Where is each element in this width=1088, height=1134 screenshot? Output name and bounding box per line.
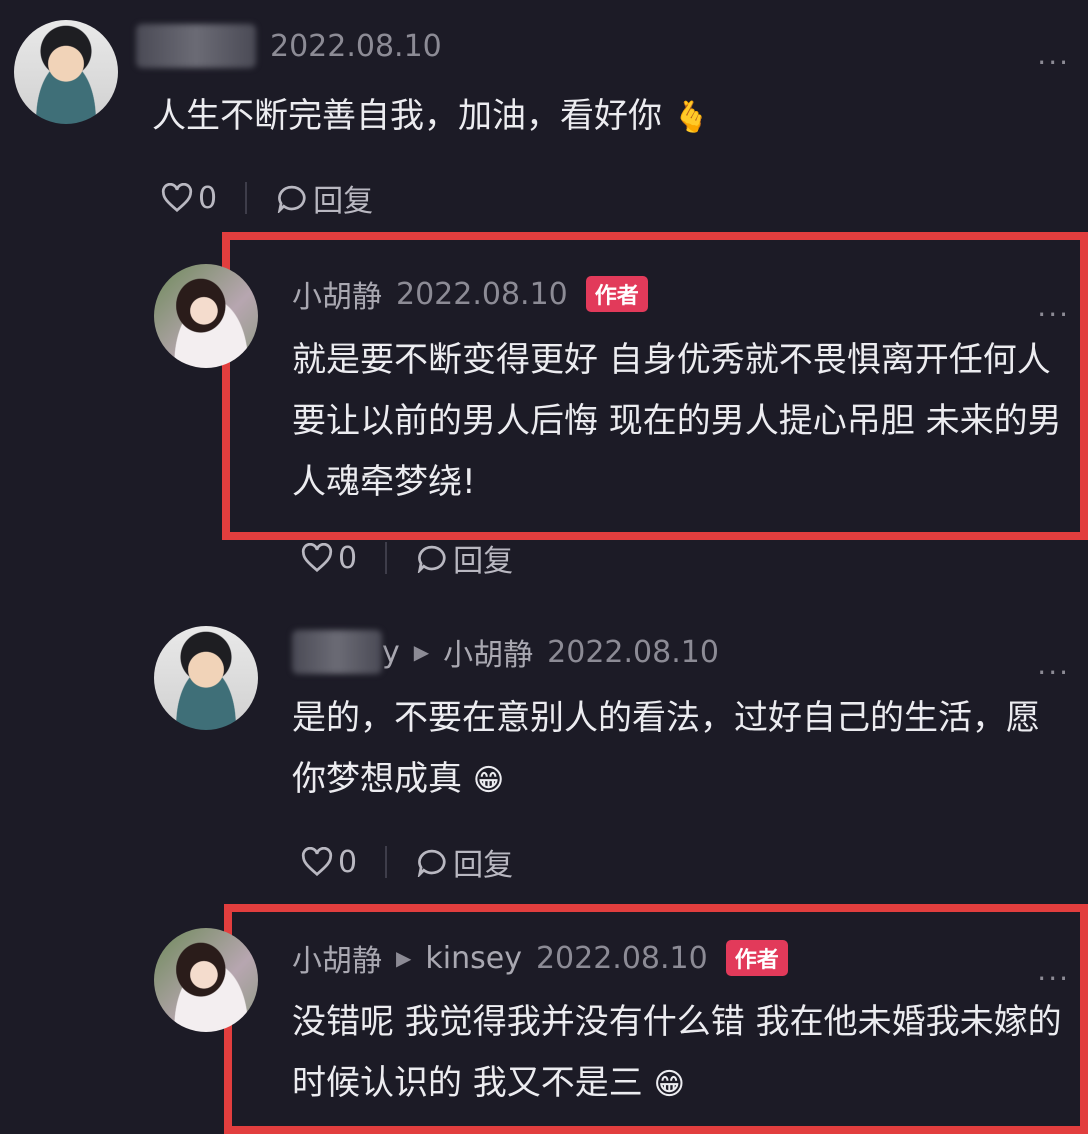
like-count: 0 — [338, 540, 358, 576]
comment-date: 2022.08.10 — [547, 634, 719, 670]
comment-text: 人生不断完善自我，加油，看好你 🫰 — [152, 96, 711, 136]
author-name[interactable]: 小胡静 — [292, 272, 382, 316]
more-options-icon[interactable]: ... — [1037, 290, 1070, 323]
like-count: 0 — [198, 180, 218, 216]
divider — [245, 182, 248, 214]
like-button[interactable]: 0 — [160, 181, 217, 216]
more-options-icon[interactable]: ... — [1037, 38, 1070, 71]
heart-icon — [161, 183, 193, 213]
comment-meta: 小胡静 2022.08.10 作者 — [292, 272, 648, 316]
comment-date: 2022.08.10 — [270, 28, 442, 64]
heart-icon — [301, 847, 333, 877]
more-options-icon[interactable]: ... — [1037, 648, 1070, 681]
more-options-icon[interactable]: ... — [1037, 954, 1070, 987]
author-badge: 作者 — [585, 276, 648, 312]
like-button[interactable]: 0 — [300, 541, 357, 576]
comment-text: 就是要不断变得更好 自身优秀就不畏惧离开任何人 要让以前的男人后悔 现在的男人提… — [292, 340, 1062, 502]
blurred-username — [136, 24, 256, 68]
finger-heart-icon: 🫰 — [672, 100, 711, 135]
reply-label: 回复 — [313, 184, 374, 219]
grinning-face-icon: 😁 — [472, 763, 505, 798]
reply-arrow-icon: ▶ — [413, 640, 430, 664]
comment-meta: 2022.08.10 — [136, 24, 442, 68]
comment-date: 2022.08.10 — [535, 940, 708, 976]
comment-2: 小胡静 2022.08.10 作者 ... 就是要不断变得更好 自身优秀就不畏惧… — [0, 240, 1088, 590]
heart-icon — [301, 543, 333, 573]
comment-meta: y ▶ 小胡静 2022.08.10 — [292, 630, 719, 674]
reply-bubble-icon — [417, 849, 446, 877]
reply-to-name[interactable]: 小胡静 — [443, 630, 533, 674]
reply-bubble-icon — [417, 545, 446, 573]
reply-label: 回复 — [453, 848, 514, 883]
comment-3: y ▶ 小胡静 2022.08.10 ... 是的，不要在意别人的看法，过好自己… — [0, 600, 1088, 900]
like-count: 0 — [338, 844, 358, 880]
comment-date: 2022.08.10 — [396, 276, 568, 312]
avatar[interactable] — [154, 626, 258, 730]
avatar[interactable] — [154, 928, 258, 1032]
comment-actions: 0 回复 — [160, 176, 373, 220]
reply-button[interactable]: 回复 — [415, 536, 513, 580]
like-button[interactable]: 0 — [300, 845, 357, 880]
comment-actions: 0 回复 — [300, 840, 513, 884]
reply-bubble-icon — [277, 185, 306, 213]
divider — [385, 846, 388, 878]
reply-button[interactable]: 回复 — [415, 840, 513, 884]
author-badge: 作者 — [725, 940, 788, 976]
divider — [385, 542, 388, 574]
avatar[interactable] — [154, 264, 258, 368]
comment-actions: 0 回复 — [300, 536, 513, 580]
reply-button[interactable]: 回复 — [275, 176, 373, 220]
reply-to-name[interactable]: kinsey — [425, 941, 522, 976]
reply-arrow-icon: ▶ — [396, 946, 412, 970]
comment-text: 没错呢 我觉得我并没有什么错 我在他未婚我未嫁的时候认识的 我又不是三 😁 — [292, 1002, 1062, 1103]
comment-4: 小胡静 ▶ kinsey 2022.08.10 作者 ... 没错呢 我觉得我并… — [0, 910, 1088, 1118]
author-name[interactable]: 小胡静 — [292, 936, 382, 980]
comment-meta: 小胡静 ▶ kinsey 2022.08.10 作者 — [292, 936, 788, 980]
author-name-partial[interactable]: y — [292, 630, 400, 674]
grinning-face-icon: 😁 — [653, 1067, 685, 1102]
comment-text: 是的，不要在意别人的看法，过好自己的生活，愿你梦想成真 😁 — [292, 698, 1040, 799]
reply-label: 回复 — [453, 544, 514, 579]
blurred-username — [292, 630, 382, 674]
avatar[interactable] — [14, 20, 118, 124]
comment-1: 2022.08.10 ... 人生不断完善自我，加油，看好你 🫰 0 回复 — [0, 0, 1088, 240]
